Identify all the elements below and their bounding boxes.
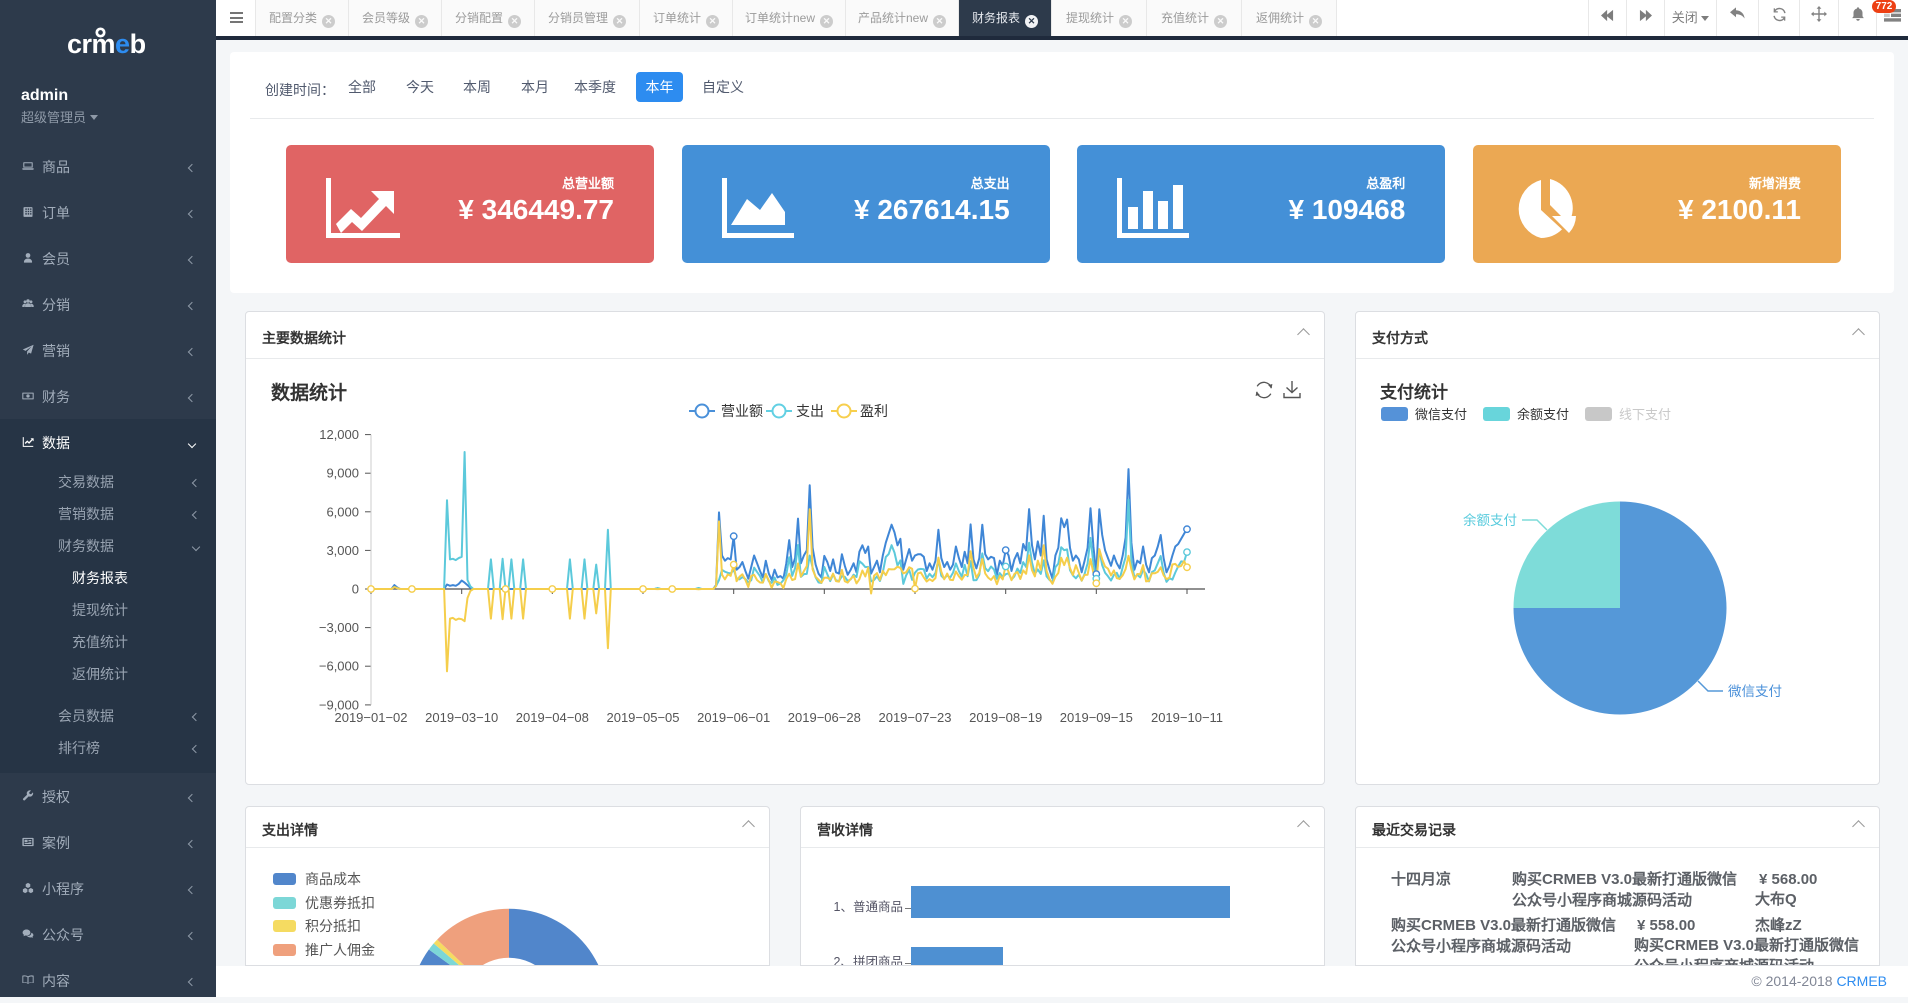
svg-text:2019−04−08: 2019−04−08 bbox=[516, 710, 589, 725]
svg-text:−3,000: −3,000 bbox=[319, 620, 359, 635]
svg-text:微信支付: 微信支付 bbox=[1728, 684, 1782, 699]
svg-text:2019−06−28: 2019−06−28 bbox=[788, 710, 861, 725]
svg-text:2019−10−11: 2019−10−11 bbox=[1151, 710, 1223, 725]
svg-text:3,000: 3,000 bbox=[326, 543, 359, 558]
svg-text:6,000: 6,000 bbox=[326, 504, 359, 519]
svg-text:−6,000: −6,000 bbox=[319, 659, 359, 674]
svg-text:0: 0 bbox=[352, 582, 359, 597]
svg-text:2019−03−10: 2019−03−10 bbox=[425, 710, 498, 725]
svg-text:2019−09−15: 2019−09−15 bbox=[1060, 710, 1133, 725]
svg-text:盈利: 盈利 bbox=[860, 403, 888, 419]
svg-text:2019−07−23: 2019−07−23 bbox=[878, 710, 951, 725]
svg-text:9,000: 9,000 bbox=[326, 466, 359, 481]
svg-text:营业额: 营业额 bbox=[721, 403, 763, 419]
svg-text:余额支付: 余额支付 bbox=[1463, 512, 1517, 528]
svg-text:支出: 支出 bbox=[796, 403, 824, 419]
svg-text:2019−01−02: 2019−01−02 bbox=[334, 710, 407, 725]
svg-text:2019−05−05: 2019−05−05 bbox=[606, 710, 679, 725]
svg-text:2019−08−19: 2019−08−19 bbox=[969, 710, 1042, 725]
svg-text:12,000: 12,000 bbox=[319, 427, 359, 442]
svg-text:2019−06−01: 2019−06−01 bbox=[697, 710, 770, 725]
